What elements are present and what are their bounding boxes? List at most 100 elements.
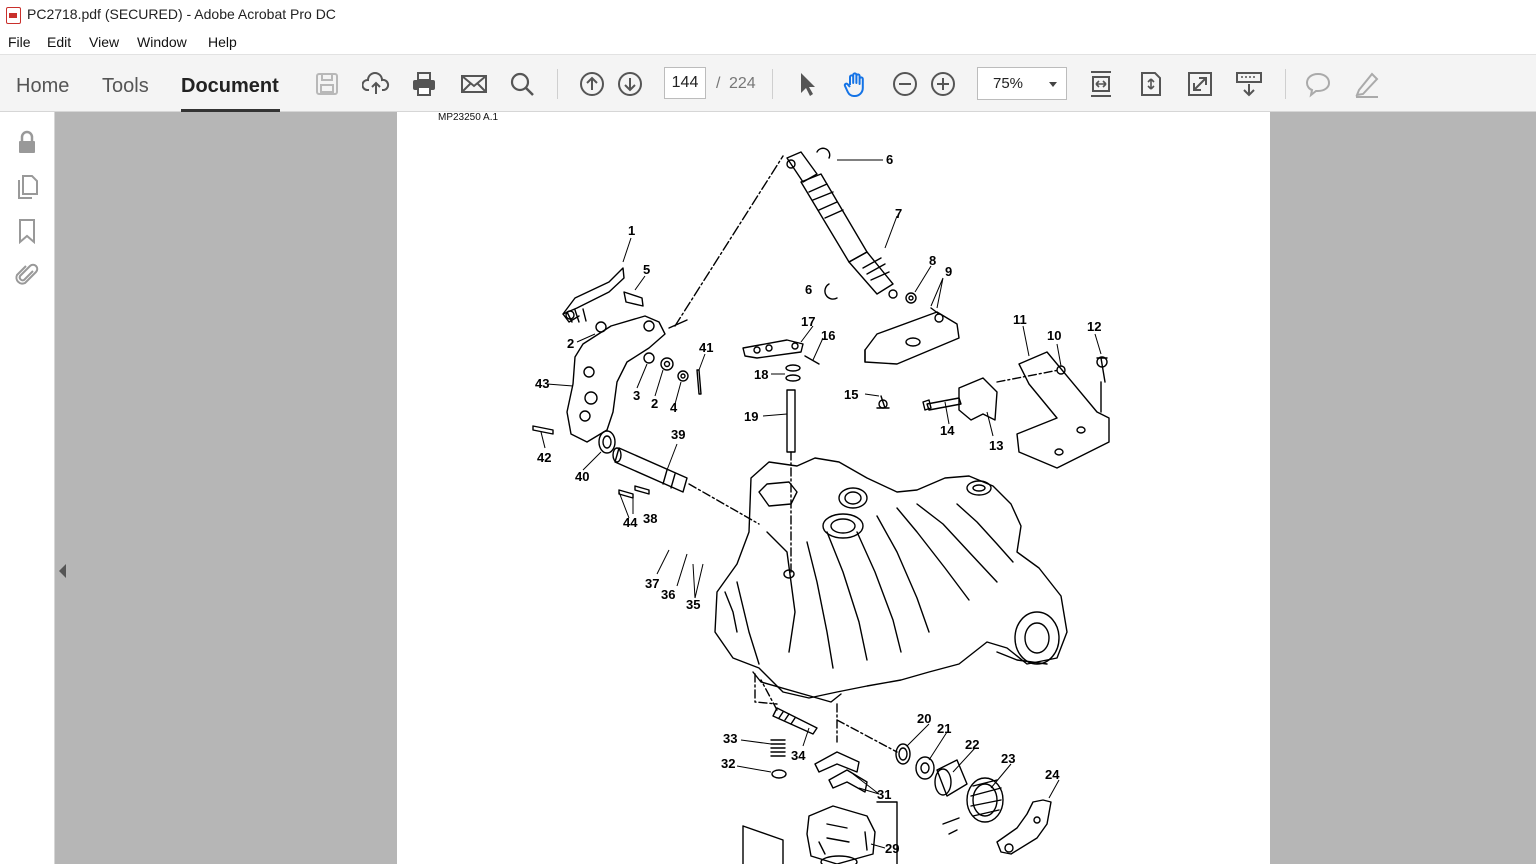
fit-width-button[interactable] bbox=[1086, 69, 1116, 99]
highlight-pen-icon bbox=[1355, 72, 1379, 98]
full-screen-icon bbox=[1188, 72, 1212, 96]
callout-label: 2 bbox=[567, 336, 574, 351]
panel-collapse-icon[interactable] bbox=[59, 564, 66, 578]
callout-label: 23 bbox=[1001, 751, 1015, 766]
fit-page-icon bbox=[1141, 72, 1161, 96]
callout-label: 6 bbox=[886, 152, 893, 167]
callout-label: 31 bbox=[877, 787, 891, 802]
lock-icon bbox=[19, 130, 35, 153]
menu-view[interactable]: View bbox=[89, 34, 119, 50]
callout-label: 22 bbox=[965, 737, 979, 752]
page-down-icon bbox=[618, 72, 642, 96]
read-mode-button[interactable] bbox=[1234, 69, 1264, 99]
menu-bar: File Edit View Window Help bbox=[0, 30, 1536, 54]
page-thumbnails-button[interactable] bbox=[13, 172, 41, 200]
attachment-icon bbox=[15, 263, 39, 285]
cloud-upload-icon bbox=[362, 72, 390, 94]
email-icon bbox=[461, 75, 487, 93]
menu-file[interactable]: File bbox=[8, 34, 31, 50]
callout-label: 33 bbox=[723, 731, 737, 746]
callout-label: 16 bbox=[821, 328, 835, 343]
print-icon bbox=[413, 72, 435, 96]
zoom-in-icon bbox=[931, 72, 955, 96]
highlight-button[interactable] bbox=[1352, 69, 1382, 99]
callout-label: 35 bbox=[686, 597, 700, 612]
full-screen-button[interactable] bbox=[1185, 69, 1215, 99]
callout-label: 14 bbox=[940, 423, 955, 438]
bookmark-icon bbox=[19, 219, 35, 244]
search-icon bbox=[510, 72, 534, 96]
save-button[interactable] bbox=[312, 69, 342, 99]
main-toolbar: Home Tools Document 144 / 224 75% bbox=[0, 54, 1536, 112]
comment-icon bbox=[1305, 72, 1331, 98]
callout-label: 9 bbox=[945, 264, 952, 279]
page-total: 224 bbox=[729, 75, 756, 92]
menu-edit[interactable]: Edit bbox=[47, 34, 71, 50]
callout-label: 19 bbox=[744, 409, 758, 424]
previous-page-button[interactable] bbox=[577, 69, 607, 99]
pdf-file-icon bbox=[6, 7, 21, 24]
callout-label: 38 bbox=[643, 511, 657, 526]
search-button[interactable] bbox=[507, 69, 537, 99]
tab-tools[interactable]: Tools bbox=[102, 75, 149, 98]
security-button[interactable] bbox=[13, 128, 41, 156]
callout-label: 12 bbox=[1087, 319, 1101, 334]
callout-label: 2 bbox=[651, 396, 658, 411]
tab-home[interactable]: Home bbox=[16, 75, 69, 98]
pages-icon bbox=[18, 175, 38, 199]
comment-button[interactable] bbox=[1303, 69, 1333, 99]
attachments-button[interactable] bbox=[13, 261, 41, 289]
callout-label: 10 bbox=[1047, 328, 1061, 343]
callout-label: 11 bbox=[1013, 312, 1027, 327]
navigation-panel bbox=[0, 112, 55, 864]
callout-label: 3 bbox=[633, 388, 640, 403]
chevron-down-icon bbox=[1049, 82, 1057, 87]
menu-window[interactable]: Window bbox=[137, 34, 187, 50]
zoom-in-button[interactable] bbox=[928, 69, 958, 99]
zoom-value: 75% bbox=[993, 75, 1024, 92]
menu-help[interactable]: Help bbox=[208, 34, 237, 50]
callout-label: 34 bbox=[791, 748, 806, 763]
callout-label: 42 bbox=[537, 450, 551, 465]
select-tool-button[interactable] bbox=[792, 69, 822, 99]
bookmarks-button[interactable] bbox=[13, 217, 41, 245]
callout-label: 39 bbox=[671, 427, 685, 442]
callout-label: 40 bbox=[575, 469, 589, 484]
callout-label: 21 bbox=[937, 721, 951, 736]
email-button[interactable] bbox=[459, 69, 489, 99]
toolbar-separator bbox=[772, 69, 773, 99]
callout-label: 41 bbox=[699, 340, 713, 355]
callout-label: 5 bbox=[643, 262, 650, 277]
select-arrow-icon bbox=[801, 73, 815, 96]
hand-tool-button[interactable] bbox=[841, 69, 871, 99]
zoom-select[interactable]: 75% bbox=[977, 67, 1067, 100]
callout-label: 32 bbox=[721, 756, 735, 771]
page-up-icon bbox=[580, 72, 604, 96]
next-page-button[interactable] bbox=[615, 69, 645, 99]
callout-label: 13 bbox=[989, 438, 1003, 453]
tab-document[interactable]: Document bbox=[181, 75, 279, 98]
page-separator: / bbox=[716, 75, 721, 92]
toolbar-separator bbox=[1285, 69, 1286, 99]
document-viewer[interactable]: MP23250 A.1 6 7 8 9 6 1 5 2 43 3 2 4 41 … bbox=[55, 112, 1536, 864]
exploded-parts-diagram: 6 7 8 9 6 1 5 2 43 3 2 4 41 42 40 39 44 … bbox=[532, 147, 1110, 864]
callout-label: 43 bbox=[535, 376, 549, 391]
callout-label: 29 bbox=[885, 841, 899, 856]
pdf-page: MP23250 A.1 6 7 8 9 6 1 5 2 43 3 2 4 41 … bbox=[397, 112, 1270, 864]
upload-cloud-button[interactable] bbox=[361, 69, 391, 99]
callout-label: 6 bbox=[805, 282, 812, 297]
callout-label: 37 bbox=[645, 576, 659, 591]
print-button[interactable] bbox=[409, 69, 439, 99]
fit-page-button[interactable] bbox=[1136, 69, 1166, 99]
callout-label: 7 bbox=[895, 206, 902, 221]
toolbar-separator bbox=[557, 69, 558, 99]
zoom-out-button[interactable] bbox=[890, 69, 920, 99]
callout-label: 17 bbox=[801, 314, 815, 329]
callout-label: 44 bbox=[623, 515, 638, 530]
page-number-input[interactable]: 144 bbox=[664, 67, 706, 99]
read-mode-icon bbox=[1236, 72, 1262, 97]
hand-icon bbox=[843, 72, 864, 97]
callout-label: 4 bbox=[670, 400, 678, 415]
callout-label: 15 bbox=[844, 387, 858, 402]
fit-width-icon bbox=[1091, 71, 1111, 97]
